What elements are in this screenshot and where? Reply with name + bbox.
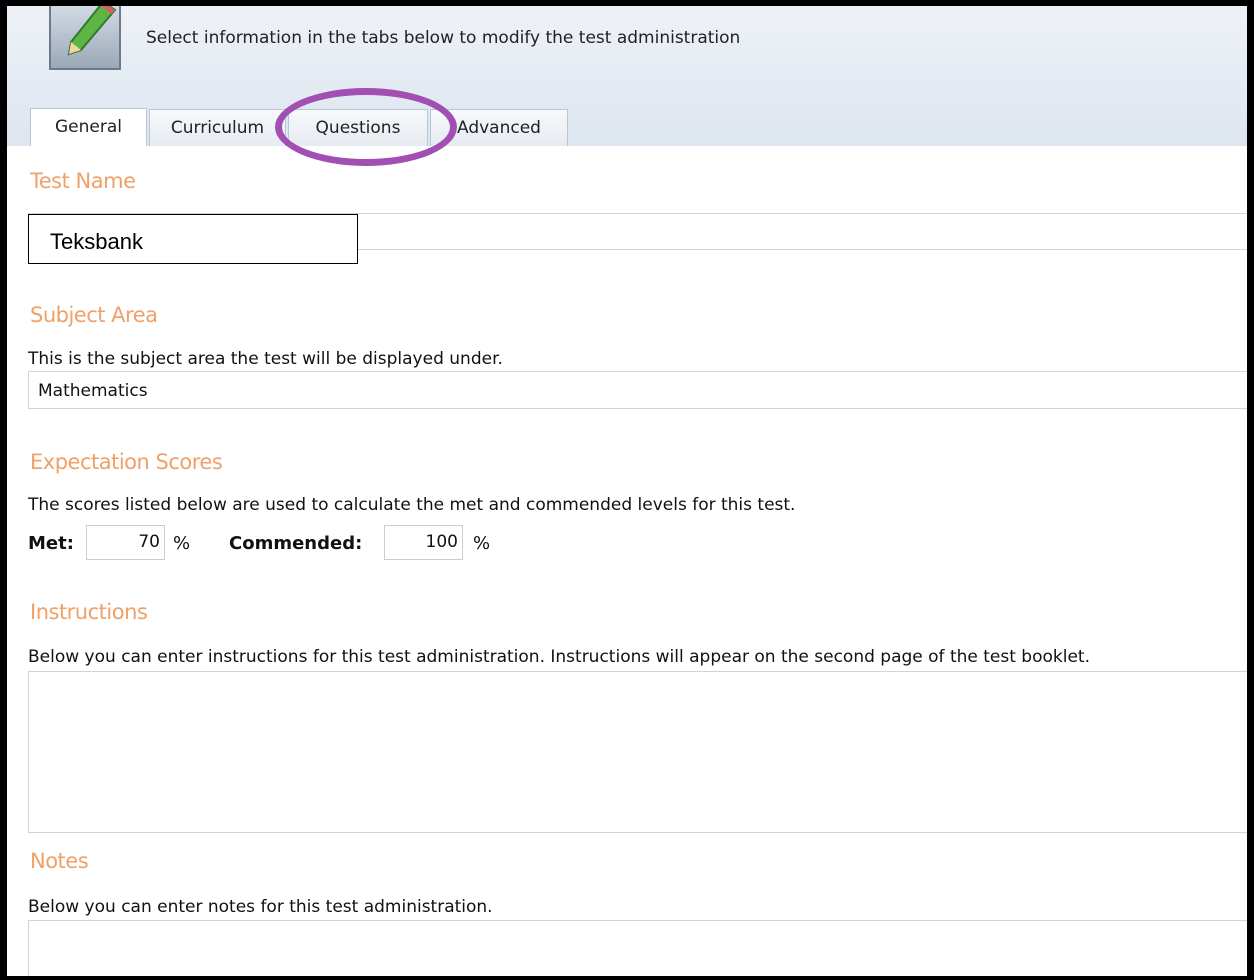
met-percent-symbol: % [173, 533, 191, 554]
subject-area-heading: Subject Area [30, 303, 158, 327]
edit-pencil-icon [49, 6, 121, 70]
tab-advanced[interactable]: Advanced [430, 109, 568, 146]
commended-score-input[interactable]: 100 [384, 525, 463, 560]
header-instruction-text: Select information in the tabs below to … [146, 28, 741, 48]
instructions-description: Below you can enter instructions for thi… [28, 647, 1090, 667]
tab-general[interactable]: General [30, 108, 147, 146]
test-name-input[interactable]: Teksbank [28, 214, 358, 264]
edit-test-window: Select information in the tabs below to … [7, 6, 1247, 976]
expectation-scores-heading: Expectation Scores [30, 450, 223, 474]
met-score-input[interactable]: 70 [86, 525, 165, 560]
notes-textarea[interactable] [28, 920, 1247, 976]
commended-label: Commended: [229, 533, 363, 554]
notes-heading: Notes [30, 849, 89, 873]
met-label: Met: [28, 533, 74, 554]
tab-questions[interactable]: Questions [288, 109, 428, 146]
subject-area-description: This is the subject area the test will b… [28, 349, 503, 369]
expectation-scores-description: The scores listed below are used to calc… [28, 495, 796, 515]
subject-area-field[interactable]: Mathematics [28, 371, 1247, 409]
instructions-heading: Instructions [30, 600, 148, 624]
notes-description: Below you can enter notes for this test … [28, 897, 493, 917]
instructions-textarea[interactable] [28, 671, 1247, 833]
header-bar: Select information in the tabs below to … [7, 6, 1247, 166]
tab-curriculum[interactable]: Curriculum [149, 109, 286, 146]
commended-percent-symbol: % [473, 533, 491, 554]
test-name-heading: Test Name [30, 169, 136, 193]
